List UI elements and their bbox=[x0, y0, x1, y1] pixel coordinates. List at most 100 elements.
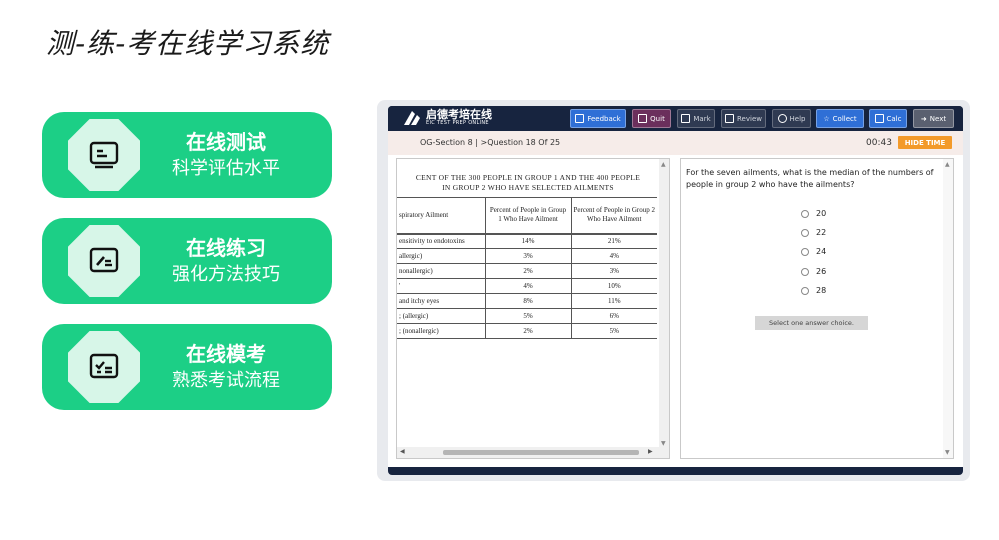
table-cell: ; (nonallergic) bbox=[397, 323, 485, 339]
table-cell: 5% bbox=[570, 323, 657, 339]
table-cell: 3% bbox=[570, 263, 657, 279]
passage-horizontal-scrollbar[interactable]: ◀ ▶ bbox=[397, 447, 669, 458]
table-caption: CENT OF THE 300 PEOPLE IN GROUP 1 AND TH… bbox=[399, 173, 657, 193]
table-cell: and itchy eyes bbox=[397, 293, 485, 309]
table-row: and itchy eyes 8% 11% bbox=[397, 293, 657, 309]
feature-card-online-test[interactable]: 在线测试 科学评估水平 bbox=[42, 112, 332, 198]
table-header-row: spiratory Ailment Percent of People in G… bbox=[397, 197, 657, 235]
table-cell: ; (allergic) bbox=[397, 308, 485, 324]
scroll-down-icon[interactable]: ▼ bbox=[945, 449, 950, 456]
table-row: ' 4% 10% bbox=[397, 278, 657, 294]
radio-button[interactable] bbox=[801, 267, 809, 276]
choice-label: 28 bbox=[816, 286, 827, 295]
table-cell: 6% bbox=[570, 308, 657, 324]
calc-button[interactable]: Calc bbox=[869, 109, 907, 128]
choice-label: 24 bbox=[816, 247, 827, 256]
scroll-up-icon[interactable]: ▲ bbox=[661, 161, 666, 168]
next-label: Next bbox=[929, 114, 947, 123]
feedback-label: Feedback bbox=[587, 114, 621, 123]
calculator-icon bbox=[874, 114, 884, 123]
logo-mark-icon bbox=[404, 111, 420, 125]
scroll-up-icon[interactable]: ▲ bbox=[945, 161, 950, 168]
review-button[interactable]: Review bbox=[721, 109, 766, 128]
scroll-down-icon[interactable]: ▼ bbox=[661, 440, 666, 447]
monitor-icon bbox=[68, 119, 140, 191]
table-header: Percent of People in Group 2 Who Have Ai… bbox=[570, 197, 657, 235]
feature-title: 在线练习 bbox=[186, 236, 266, 260]
quit-label: Quit bbox=[650, 114, 665, 123]
feedback-icon bbox=[575, 114, 585, 123]
exam-app-window: 启德考培在线 EIC TEST PREP ONLINE Feedback Qui… bbox=[388, 106, 963, 475]
passage-vertical-scrollbar[interactable]: ▲ ▼ bbox=[659, 159, 669, 449]
review-icon bbox=[725, 114, 734, 123]
section-label: OG-Section 8 bbox=[420, 138, 473, 147]
feature-subtitle: 熟悉考试流程 bbox=[172, 370, 280, 391]
radio-button[interactable] bbox=[801, 286, 809, 295]
answer-instruction: Select one answer choice. bbox=[755, 316, 868, 330]
help-button[interactable]: Help bbox=[772, 109, 811, 128]
content-area: CENT OF THE 300 PEOPLE IN GROUP 1 AND TH… bbox=[388, 155, 963, 467]
help-icon bbox=[777, 114, 787, 123]
answer-choice[interactable]: 24 bbox=[801, 247, 826, 256]
radio-button[interactable] bbox=[801, 209, 809, 218]
help-label: Help bbox=[789, 114, 806, 123]
table-cell: allergic) bbox=[397, 248, 485, 264]
quit-button[interactable]: Quit bbox=[632, 109, 671, 128]
question-scrollbar[interactable]: ▲ ▼ bbox=[943, 159, 953, 458]
feature-subtitle: 强化方法技巧 bbox=[172, 264, 280, 285]
table-row: nonallergic) 2% 3% bbox=[397, 263, 657, 279]
hide-time-button[interactable]: HIDE TIME bbox=[898, 136, 952, 149]
passage-document: CENT OF THE 300 PEOPLE IN GROUP 1 AND TH… bbox=[397, 159, 659, 447]
pen-board-icon bbox=[68, 225, 140, 297]
timer: 00:43 bbox=[866, 138, 892, 148]
radio-button[interactable] bbox=[801, 247, 809, 256]
table-cell: 14% bbox=[484, 233, 571, 249]
table-row: ; (allergic) 5% 6% bbox=[397, 308, 657, 324]
scroll-right-icon[interactable]: ▶ bbox=[648, 448, 653, 455]
feature-subtitle: 科学评估水平 bbox=[172, 158, 280, 179]
feedback-button[interactable]: Feedback bbox=[570, 109, 626, 128]
table-cell: 4% bbox=[484, 278, 571, 294]
next-button[interactable]: ➜ Next bbox=[913, 109, 954, 128]
question-pane: For the seven ailments, what is the medi… bbox=[680, 158, 954, 459]
question-counter: >Question 18 Of 25 bbox=[480, 138, 561, 147]
table-row: allergic) 3% 4% bbox=[397, 248, 657, 264]
mark-button[interactable]: Mark bbox=[677, 109, 715, 128]
feature-title: 在线模考 bbox=[186, 342, 266, 366]
star-icon: ☆ bbox=[823, 114, 830, 123]
caption-line: CENT OF THE 300 PEOPLE IN GROUP 1 AND TH… bbox=[415, 173, 641, 182]
checklist-board-icon bbox=[68, 331, 140, 403]
table-cell: 5% bbox=[484, 308, 571, 324]
calc-label: Calc bbox=[886, 114, 902, 123]
answer-choice[interactable]: 28 bbox=[801, 286, 826, 295]
section-indicator: OG-Section 8 | >Question 18 Of 25 bbox=[420, 138, 560, 147]
answer-choice[interactable]: 26 bbox=[801, 267, 826, 276]
scroll-left-icon[interactable]: ◀ bbox=[400, 448, 405, 455]
quit-icon bbox=[638, 114, 648, 123]
page-title: 测-练-考在线学习系统 bbox=[46, 27, 330, 60]
choice-label: 20 bbox=[816, 209, 827, 218]
table-header: Percent of People in Group 1 Who Have Ai… bbox=[484, 197, 571, 235]
feature-card-mock-exam[interactable]: 在线模考 熟悉考试流程 bbox=[42, 324, 332, 410]
table-cell: 2% bbox=[484, 323, 571, 339]
scroll-thumb[interactable] bbox=[443, 450, 639, 455]
radio-button[interactable] bbox=[801, 228, 809, 237]
caption-line: IN GROUP 2 WHO HAVE SELECTED AILMENTS bbox=[442, 183, 614, 192]
arrow-right-icon: ➜ bbox=[920, 114, 927, 123]
table-cell: 11% bbox=[570, 293, 657, 309]
answer-choice[interactable]: 22 bbox=[801, 228, 826, 237]
collect-button[interactable]: ☆ Collect bbox=[816, 109, 864, 128]
passage-pane: CENT OF THE 300 PEOPLE IN GROUP 1 AND TH… bbox=[396, 158, 670, 459]
feature-card-online-practice[interactable]: 在线练习 强化方法技巧 bbox=[42, 218, 332, 304]
collect-label: Collect bbox=[832, 114, 857, 123]
table-cell: 21% bbox=[570, 233, 657, 249]
answer-choice[interactable]: 20 bbox=[801, 209, 826, 218]
table-cell: 3% bbox=[484, 248, 571, 264]
table-row: ensitivity to endotoxins 14% 21% bbox=[397, 233, 657, 249]
logo-cn-text: 启德考培在线 bbox=[426, 108, 492, 121]
status-bar: OG-Section 8 | >Question 18 Of 25 00:43 … bbox=[388, 131, 963, 155]
table-cell: 8% bbox=[484, 293, 571, 309]
table-cell: 2% bbox=[484, 263, 571, 279]
app-logo: 启德考培在线 EIC TEST PREP ONLINE bbox=[402, 108, 492, 128]
table-cell: ensitivity to endotoxins bbox=[397, 233, 485, 249]
